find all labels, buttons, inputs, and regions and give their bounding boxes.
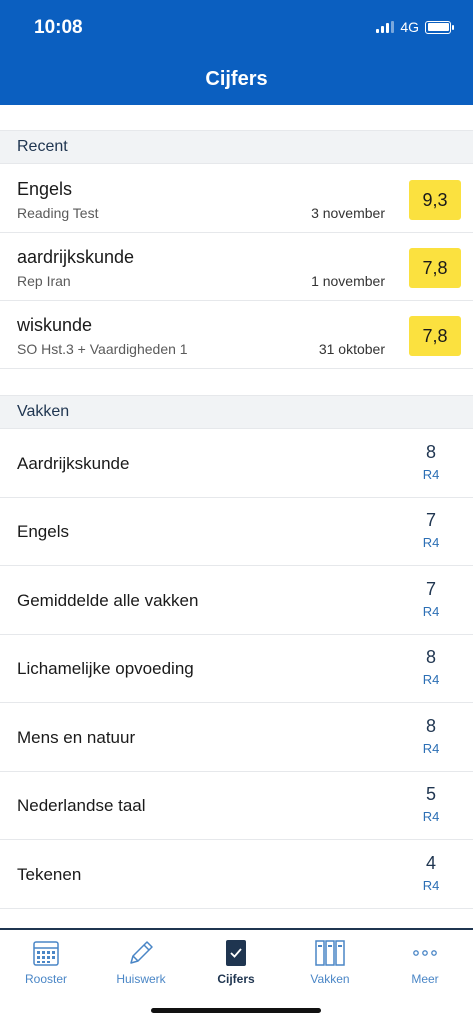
- tab-label: Rooster: [24, 972, 68, 986]
- subject-grade: 8: [425, 442, 436, 462]
- recent-grade-row[interactable]: wiskunde SO Hst.3 + Vaardigheden 1 31 ok…: [0, 301, 473, 369]
- section-header-recent: Recent: [0, 130, 473, 164]
- subject-row[interactable]: Gemiddelde alle vakken 7 R4: [0, 567, 473, 635]
- subject-row[interactable]: Lichamelijke opvoeding 8 R4: [0, 635, 473, 703]
- tab-cijfers[interactable]: Cijfers: [200, 938, 272, 986]
- home-indicator: [151, 1008, 321, 1013]
- subject-name: Aardrijkskunde: [17, 454, 130, 473]
- grades-notebook-icon: [200, 938, 272, 968]
- subject-period: R4: [422, 741, 440, 756]
- subject-row[interactable]: Tekenen 4 R4: [0, 841, 473, 909]
- subject-period: R4: [422, 809, 440, 824]
- subject-row[interactable]: Mens en natuur 8 R4: [0, 704, 473, 772]
- subject-grade: 8: [425, 647, 436, 667]
- subject-row[interactable]: Nederlandse taal 5 R4: [0, 772, 473, 840]
- subject-grade: 7: [425, 579, 436, 599]
- recent-description: SO Hst.3 + Vaardigheden 1: [17, 341, 188, 357]
- battery-icon: [425, 20, 454, 34]
- subject-row[interactable]: Engels 7 R4: [0, 498, 473, 566]
- more-dots-icon: [389, 938, 461, 968]
- tab-rooster[interactable]: Rooster: [10, 938, 82, 986]
- tab-meer[interactable]: Meer: [389, 938, 461, 986]
- recent-subject: Engels: [17, 179, 73, 199]
- subject-name: Gemiddelde alle vakken: [17, 591, 199, 610]
- subject-name: Tekenen: [17, 865, 82, 884]
- recent-date: 3 november: [311, 205, 385, 221]
- tab-label: Cijfers: [217, 972, 255, 986]
- subject-name: Nederlandse taal: [17, 796, 146, 815]
- subject-period: R4: [422, 604, 440, 619]
- recent-grade-row[interactable]: Engels Reading Test 3 november 9,3: [0, 165, 473, 233]
- tab-label: Vakken: [310, 972, 350, 986]
- recent-description: Reading Test: [17, 205, 99, 221]
- recent-grade-row[interactable]: aardrijkskunde Rep Iran 1 november 7,8: [0, 233, 473, 301]
- app-header: 10:08 4G Cijfers: [0, 0, 473, 105]
- subject-period: R4: [422, 535, 440, 550]
- subject-period: R4: [422, 672, 440, 687]
- tab-vakken[interactable]: Vakken: [294, 938, 366, 986]
- subject-row[interactable]: Aardrijkskunde 8 R4: [0, 430, 473, 498]
- status-indicators: 4G: [376, 19, 454, 35]
- grade-badge: 9,3: [409, 180, 461, 220]
- recent-date: 31 oktober: [318, 341, 385, 357]
- grade-badge: 7,8: [409, 248, 461, 288]
- tab-huiswerk[interactable]: Huiswerk: [105, 938, 177, 986]
- recent-subject: wiskunde: [17, 315, 93, 335]
- subject-period: R4: [422, 467, 440, 482]
- subject-name: Engels: [17, 522, 69, 541]
- subject-period: R4: [422, 878, 440, 893]
- pencil-icon: [105, 938, 177, 968]
- status-time: 10:08: [34, 17, 83, 38]
- calendar-icon: [10, 938, 82, 968]
- tab-label: Huiswerk: [116, 972, 166, 986]
- network-label: 4G: [400, 19, 419, 35]
- grade-badge: 7,8: [409, 316, 461, 356]
- subject-name: Mens en natuur: [17, 728, 136, 747]
- subject-name: Lichamelijke opvoeding: [17, 659, 194, 678]
- subject-grade: 5: [425, 784, 436, 804]
- recent-description: Rep Iran: [17, 273, 71, 289]
- signal-icon: [376, 21, 395, 33]
- subject-grade: 8: [425, 716, 436, 736]
- section-header-subjects: Vakken: [0, 395, 473, 429]
- recent-date: 1 november: [311, 273, 385, 289]
- subject-grade: 7: [425, 510, 436, 530]
- subject-grade: 4: [425, 853, 436, 873]
- recent-subject: aardrijkskunde: [17, 247, 135, 267]
- tab-label: Meer: [411, 972, 439, 986]
- binders-icon: [294, 938, 366, 968]
- page-title: Cijfers: [205, 68, 268, 90]
